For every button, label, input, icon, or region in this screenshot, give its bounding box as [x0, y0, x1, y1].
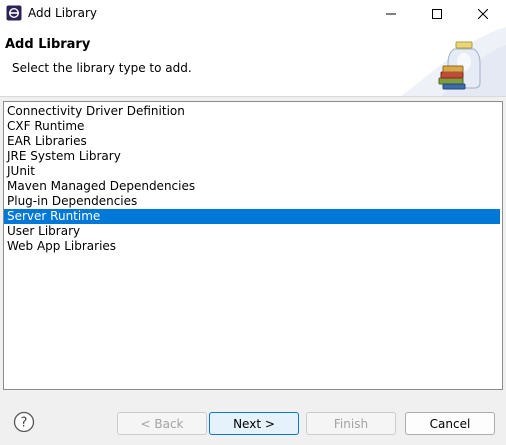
eclipse-icon: [6, 5, 22, 21]
minimize-icon: [386, 13, 396, 14]
finish-button[interactable]: Finish: [306, 412, 396, 435]
wizard-banner: Add Library Select the library type to a…: [0, 27, 506, 97]
list-item[interactable]: Web App Libraries: [4, 239, 500, 254]
list-item[interactable]: EAR Libraries: [4, 134, 500, 149]
list-item[interactable]: Connectivity Driver Definition: [4, 104, 500, 119]
close-button[interactable]: [460, 0, 506, 27]
next-button[interactable]: Next >: [209, 412, 299, 435]
banner-title: Add Library: [5, 37, 91, 52]
books-jar-icon: [437, 40, 485, 90]
list-item[interactable]: JUnit: [4, 164, 500, 179]
help-button[interactable]: ?: [13, 411, 35, 433]
banner-description: Select the library type to add.: [12, 61, 192, 75]
back-button[interactable]: < Back: [117, 412, 207, 435]
close-icon: [478, 8, 488, 19]
list-item[interactable]: Plug-in Dependencies: [4, 194, 500, 209]
list-item[interactable]: User Library: [4, 224, 500, 239]
list-item[interactable]: JRE System Library: [4, 149, 500, 164]
maximize-icon: [432, 8, 442, 19]
cancel-button[interactable]: Cancel: [405, 412, 495, 435]
list-item[interactable]: Maven Managed Dependencies: [4, 179, 500, 194]
title-bar: Add Library: [0, 0, 506, 27]
window-title: Add Library: [28, 6, 98, 20]
maximize-button[interactable]: [414, 0, 460, 27]
svg-text:?: ?: [21, 416, 28, 431]
help-icon: ?: [13, 411, 35, 433]
library-type-list[interactable]: Connectivity Driver Definition CXF Runtim…: [3, 101, 503, 390]
list-item[interactable]: Server Runtime: [4, 209, 500, 224]
minimize-button[interactable]: [368, 0, 414, 27]
list-item[interactable]: CXF Runtime: [4, 119, 500, 134]
